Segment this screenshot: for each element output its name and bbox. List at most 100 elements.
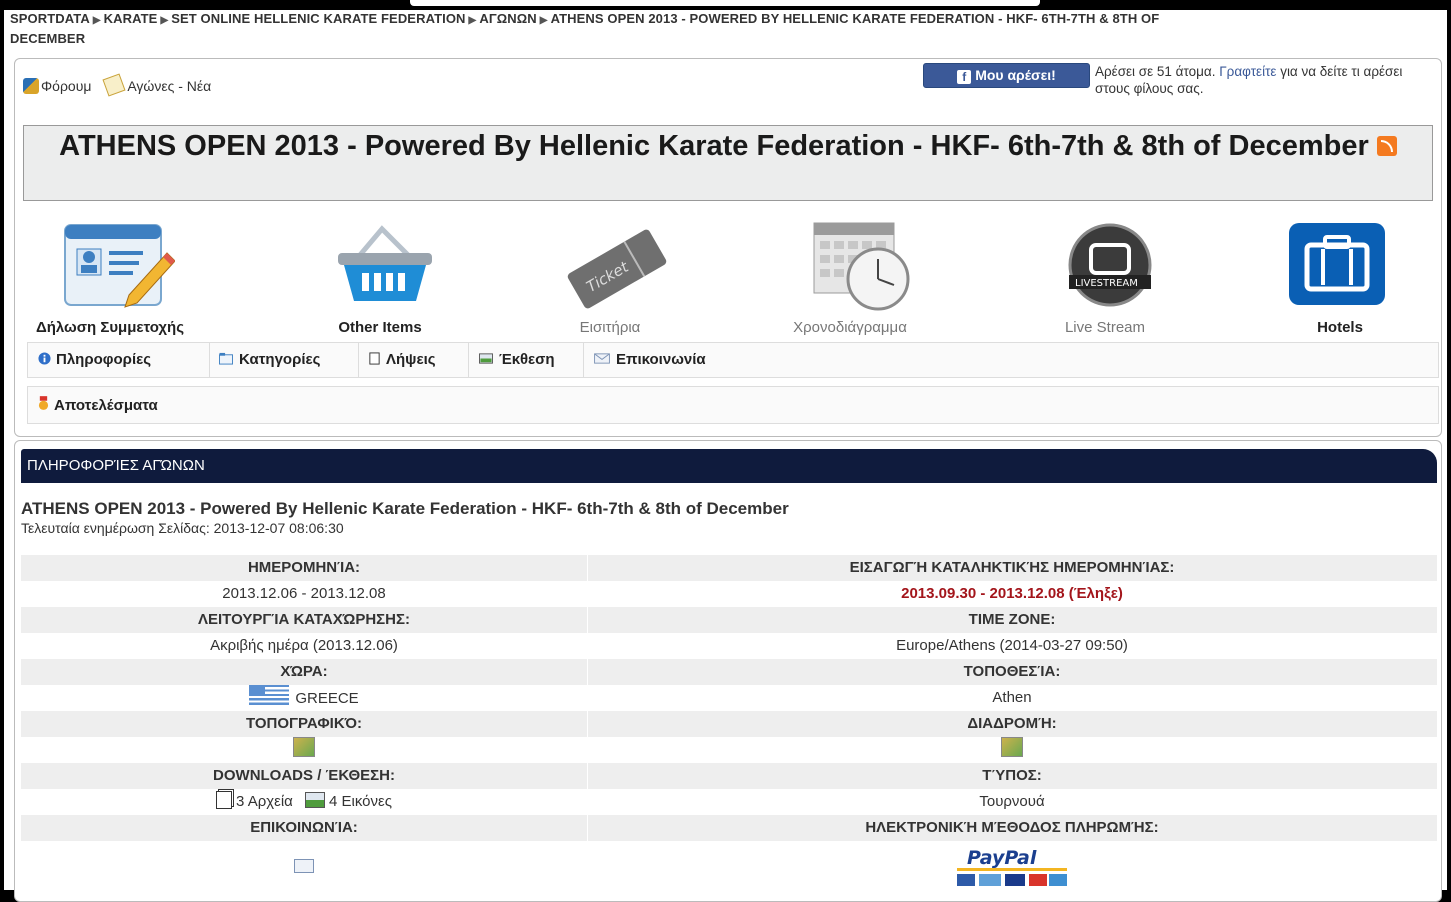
page: SPORTDATA ▶ KARATE ▶ SET ONLINE HELLENIC KAR… [4, 10, 1447, 902]
time-zone-value: Europe/Athens (2014-03-27 09:50) [896, 637, 1128, 654]
tab-results[interactable]: Αποτελέσματα [38, 396, 158, 414]
hotels-label: Hotels [1317, 319, 1363, 336]
tab-contact[interactable]: Επικοινωνία [593, 351, 706, 368]
table-row: ΤΟΠΟΓΡΑΦΙΚΌ: ΔΙΑΔΡΟΜΉ: [21, 711, 1437, 737]
event-title-box: ATHENS OPEN 2013 - Powered By Hellenic K… [23, 125, 1433, 201]
event-header-box: Φόρουμ Αγώνες - Νέα f Μου αρέσει! Αρέσει … [14, 58, 1442, 437]
topography-label: ΤΟΠΟΓΡΑΦΙΚΌ: [245, 715, 363, 732]
chevron-right-icon: ▶ [539, 15, 548, 26]
facebook-signup-link[interactable]: Γραφτείτε [1219, 64, 1276, 79]
event-title: ATHENS OPEN 2013 - Powered By Hellenic K… [59, 130, 1369, 162]
breadcrumb: SPORTDATA ▶ KARATE ▶ SET ONLINE HELLENIC KAR… [10, 10, 1440, 48]
table-row: ΕΠΙΚΟΙΝΩΝΊΑ: ΗΛΕΚΤΡΟΝΙΚΉ ΜΈΘΟΔΟΣ ΠΛΗΡΩΜΉ… [21, 815, 1437, 841]
table-row: 2013.12.06 - 2013.12.08 2013.09.30 - 201… [21, 581, 1437, 607]
chevron-right-icon: ▶ [468, 15, 477, 26]
tab-categories-label: Κατηγορίες [239, 351, 321, 368]
route-value [587, 737, 1437, 763]
mail-icon [594, 353, 610, 364]
table-row: ΧΏΡΑ: ΤΟΠΟΘΕΣΊΑ: [21, 659, 1437, 685]
tab-downloads[interactable]: Λήψεις [368, 351, 436, 368]
last-updated: Τελευταία ενημέρωση Σελίδας: 2013-12-07 … [21, 520, 344, 536]
suitcase-icon [1289, 223, 1385, 305]
info-event-title: ATHENS OPEN 2013 - Powered By Hellenic K… [21, 499, 789, 518]
location-label: ΤΟΠΟΘΕΣΊΑ: [963, 663, 1061, 680]
type-value: Τουρνουά [979, 793, 1045, 810]
breadcrumb-karate[interactable]: KARATE [104, 11, 158, 26]
breadcrumb-set-online[interactable]: SET ONLINE HELLENIC KARATE FEDERATION [171, 11, 465, 26]
tab-divider [583, 343, 584, 377]
downloads-value: 3 Αρχεία 4 Εικόνες [21, 789, 587, 815]
breadcrumb-current: ATHENS OPEN 2013 - POWERED BY HELLENIC K… [550, 11, 1160, 26]
tab-exhibition-label: Έκθεση [499, 351, 555, 368]
forum-label: Φόρουμ [41, 78, 92, 94]
map-icon[interactable] [293, 737, 315, 757]
greece-flag-icon [249, 685, 290, 705]
payment-label: ΗΛΕΚΤΡΟΝΙΚΉ ΜΈΘΟΔΟΣ ΠΛΗΡΩΜΉΣ: [865, 819, 1159, 836]
info-icon [38, 352, 51, 365]
schedule-clock-icon [813, 222, 910, 311]
chevron-right-icon: ▶ [92, 15, 101, 26]
tab-divider [468, 343, 469, 377]
route-label: ΔΙΑΔΡΟΜΉ: [967, 715, 1057, 732]
ticket-icon: Ticket [567, 229, 667, 309]
live-stream-label: Live Stream [1064, 319, 1146, 336]
image-icon [479, 353, 493, 364]
registration-mode-value: Ακριβής ημέρα (2013.12.06) [210, 637, 398, 654]
location-value: Athen [992, 689, 1032, 706]
tab-categories[interactable]: Κατηγορίες [218, 351, 320, 368]
column-divider [587, 711, 588, 737]
livestream-tv-icon: LIVESTREAM [1068, 223, 1152, 307]
facebook-like-button[interactable]: f Μου αρέσει! [923, 63, 1090, 88]
registration-mode-label: ΛΕΙΤΟΥΡΓΊΑ ΚΑΤΑΧΏΡΗΣΗΣ: [198, 611, 410, 628]
medal-icon [38, 396, 49, 410]
image-icon [305, 792, 326, 808]
folder-icon [219, 352, 233, 365]
tab-divider [358, 343, 359, 377]
facebook-like-count: Αρέσει σε 51 άτομα. [1095, 64, 1216, 79]
rss-icon[interactable] [1376, 136, 1397, 156]
downloads-label: DOWNLOADS / ΈΚΘΕΣΗ: [213, 767, 395, 784]
info-header: ΠΛΗΡΟΦΟΡΊΕΣ ΑΓΏΝΩΝ [21, 449, 1437, 483]
country-name: GREECE [295, 690, 359, 707]
paypal-label: PayPal [967, 847, 1037, 869]
breadcrumb-current-cont: DECEMBER [10, 31, 86, 46]
table-row: ΛΕΙΤΟΥΡΓΊΑ ΚΑΤΑΧΏΡΗΣΗΣ: TIME ZONE: [21, 607, 1437, 633]
files-link[interactable]: 3 Αρχεία [216, 791, 293, 810]
tab-results-label: Αποτελέσματα [54, 397, 158, 414]
tab-info-label: Πληροφορίες [56, 351, 152, 368]
table-row: GREECE Athen [21, 685, 1437, 711]
registration-form-icon [64, 224, 175, 308]
document-icon [369, 352, 380, 365]
tab-exhibition[interactable]: Έκθεση [478, 351, 555, 368]
facebook-like-label: Μου αρέσει! [975, 67, 1056, 83]
shopping-basket-icon [338, 225, 432, 301]
route-map-icon[interactable] [1001, 737, 1023, 757]
top-strip [0, 0, 1451, 10]
tab-downloads-label: Λήψεις [386, 351, 436, 368]
mail-icon[interactable] [294, 859, 314, 873]
table-row: DOWNLOADS / ΈΚΘΕΣΗ: ΤΎΠΟΣ: [21, 763, 1437, 789]
tab-info[interactable]: Πληροφορίες [38, 351, 151, 368]
deadline-value: 2013.09.30 - 2013.12.08 (Έληξε) [901, 585, 1123, 602]
images-link[interactable]: 4 Εικόνες [297, 792, 392, 810]
top-links: Φόρουμ Αγώνες - Νέα [23, 73, 221, 97]
table-row [21, 737, 1437, 763]
forum-icon [23, 78, 39, 94]
top-cap [410, 0, 1040, 6]
country-label: ΧΏΡΑ: [280, 663, 328, 680]
date-value: 2013.12.06 - 2013.12.08 [222, 585, 386, 602]
time-zone-label: TIME ZONE: [968, 611, 1056, 628]
forum-link[interactable]: Φόρουμ [23, 78, 91, 94]
breadcrumb-sportdata[interactable]: SPORTDATA [10, 11, 90, 26]
news-icon [102, 73, 126, 97]
tickets-label: Εισιτήρια [579, 319, 641, 336]
column-divider [587, 607, 588, 633]
table-row: Ακριβής ημέρα (2013.12.06) Europe/Athens… [21, 633, 1437, 659]
news-label: Αγώνες - Νέα [127, 78, 212, 94]
paypal-icon[interactable]: PayPal [937, 844, 1087, 892]
registration-label: Δήλωση Συμμετοχής [35, 319, 185, 336]
breadcrumb-agonon[interactable]: ΑΓΩΝΩΝ [479, 11, 536, 26]
news-link[interactable]: Αγώνες - Νέα [102, 73, 212, 97]
deadline-label: ΕΙΣΑΓΩΓΉ ΚΑΤΑΛΗΚΤΙΚΉΣ ΗΜΕΡΟΜΗΝΊΑΣ: [849, 559, 1175, 576]
tab-contact-label: Επικοινωνία [616, 351, 706, 368]
